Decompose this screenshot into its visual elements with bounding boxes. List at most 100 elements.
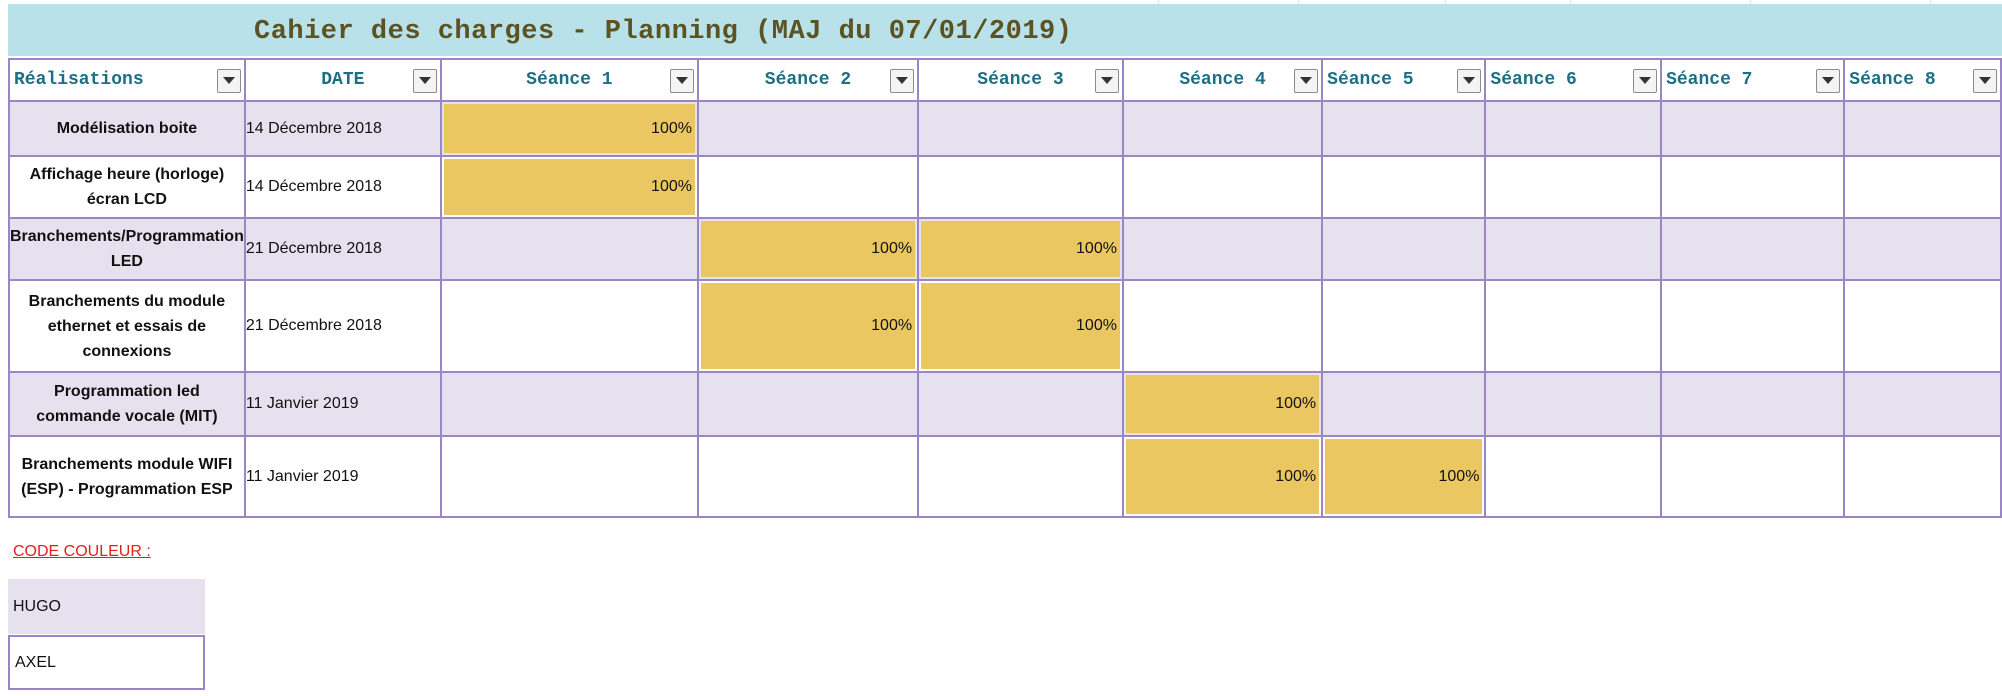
header-label: Séance 5: [1327, 70, 1414, 90]
seance-5-cell[interactable]: [1321, 155, 1487, 219]
table-row: Programmation led commande vocale (MIT) 1…: [8, 371, 2002, 437]
filter-dropdown-button[interactable]: [890, 69, 915, 93]
seance-4-cell[interactable]: [1121, 217, 1324, 281]
seance-4-cell[interactable]: [1121, 279, 1324, 373]
seance-4-cell[interactable]: 100%: [1121, 371, 1324, 437]
date-cell[interactable]: 21 Décembre 2018: [243, 279, 442, 373]
seance-2-cell[interactable]: [696, 100, 920, 157]
seance-8-cell[interactable]: [1843, 279, 2002, 373]
seance-5-cell[interactable]: [1321, 371, 1487, 437]
seance-6-cell[interactable]: [1484, 155, 1663, 219]
seance-7-cell[interactable]: [1660, 155, 1846, 219]
seance-5-cell[interactable]: 100%: [1321, 435, 1487, 518]
seance-4-cell[interactable]: [1121, 100, 1324, 157]
header-label: Séance 8: [1849, 70, 1936, 90]
seance-2-cell[interactable]: [696, 371, 920, 437]
legend-label: HUGO: [13, 597, 61, 615]
seance-3-cell[interactable]: [917, 100, 1124, 157]
date-cell[interactable]: 21 Décembre 2018: [243, 217, 442, 281]
seance-8-cell[interactable]: [1843, 217, 2002, 281]
seance-7-cell[interactable]: [1660, 371, 1846, 437]
seance-1-cell[interactable]: [439, 435, 699, 518]
progress-value: 100%: [443, 104, 695, 153]
seance-7-cell[interactable]: [1660, 217, 1846, 281]
dropdown-arrow-icon: [1300, 77, 1313, 84]
dropdown-arrow-icon: [1979, 77, 1991, 84]
progress-value: 100%: [1125, 375, 1320, 433]
dropdown-arrow-icon: [222, 77, 235, 84]
seance-6-cell[interactable]: [1484, 371, 1663, 437]
table-row: Branchements du module ethernet et essai…: [8, 279, 2002, 373]
task-cell[interactable]: Modélisation boite: [8, 100, 246, 157]
planning-body: Modélisation boite 14 Décembre 2018 100% Af…: [8, 100, 2002, 518]
seance-2-cell[interactable]: [696, 155, 920, 219]
seance-3-cell[interactable]: [917, 435, 1124, 518]
header-label: Séance 1: [526, 70, 613, 90]
task-cell[interactable]: Branchements du module ethernet et essai…: [8, 279, 246, 373]
dropdown-arrow-icon: [1822, 77, 1835, 84]
dropdown-arrow-icon: [896, 77, 909, 84]
legend-item-hugo[interactable]: HUGO: [8, 579, 205, 634]
filter-dropdown-button[interactable]: [216, 69, 241, 93]
table-row: Branchements/Programmation LED 21 Décembr…: [8, 217, 2002, 281]
seance-4-cell[interactable]: 100%: [1121, 435, 1324, 518]
filter-dropdown-button[interactable]: [1973, 69, 1997, 93]
seance-6-cell[interactable]: [1484, 435, 1663, 518]
header-realisations: Réalisations: [8, 58, 246, 102]
seance-5-cell[interactable]: [1321, 279, 1487, 373]
seance-8-cell[interactable]: [1843, 435, 2002, 518]
progress-value: 100%: [921, 283, 1120, 369]
seance-8-cell[interactable]: [1843, 155, 2002, 219]
header-label: Séance 2: [764, 70, 852, 90]
seance-4-cell[interactable]: [1121, 155, 1324, 219]
header-seance-1: Séance 1: [439, 58, 699, 102]
date-cell[interactable]: 14 Décembre 2018: [243, 100, 442, 157]
filter-dropdown-button[interactable]: [1294, 69, 1319, 93]
seance-2-cell[interactable]: 100%: [696, 279, 920, 373]
task-cell[interactable]: Programmation led commande vocale (MIT): [8, 371, 246, 437]
seance-1-cell[interactable]: 100%: [439, 155, 699, 219]
seance-6-cell[interactable]: [1484, 217, 1663, 281]
dropdown-arrow-icon: [1463, 77, 1476, 84]
date-cell[interactable]: 11 Janvier 2019: [243, 435, 442, 518]
task-cell[interactable]: Branchements/Programmation LED: [8, 217, 246, 281]
filter-dropdown-button[interactable]: [1816, 69, 1841, 93]
header-label: DATE: [321, 70, 365, 90]
legend-item-axel[interactable]: AXEL: [8, 635, 205, 690]
seance-7-cell[interactable]: [1660, 279, 1846, 373]
seance-2-cell[interactable]: [696, 435, 920, 518]
dropdown-arrow-icon: [1100, 77, 1113, 84]
seance-1-cell[interactable]: [439, 217, 699, 281]
seance-3-cell[interactable]: 100%: [917, 279, 1124, 373]
seance-7-cell[interactable]: [1660, 100, 1846, 157]
filter-dropdown-button[interactable]: [669, 69, 694, 93]
seance-6-cell[interactable]: [1484, 100, 1663, 157]
seance-1-cell[interactable]: [439, 371, 699, 437]
seance-8-cell[interactable]: [1843, 371, 2002, 437]
date-cell[interactable]: 14 Décembre 2018: [243, 155, 442, 219]
seance-1-cell[interactable]: [439, 279, 699, 373]
task-cell[interactable]: Affichage heure (horloge) écran LCD: [8, 155, 246, 219]
seance-3-cell[interactable]: [917, 371, 1124, 437]
page-title: Cahier des charges - Planning (MAJ du 07…: [254, 17, 1073, 47]
legend-title: CODE COULEUR :: [13, 543, 151, 560]
header-seance-6: Séance 6: [1484, 58, 1663, 102]
header-date: DATE: [243, 58, 442, 102]
seance-8-cell[interactable]: [1843, 100, 2002, 157]
title-band: Cahier des charges - Planning (MAJ du 07…: [8, 4, 2002, 56]
seance-3-cell[interactable]: [917, 155, 1124, 219]
filter-dropdown-button[interactable]: [1457, 69, 1482, 93]
date-cell[interactable]: 11 Janvier 2019: [243, 371, 442, 437]
seance-2-cell[interactable]: 100%: [696, 217, 920, 281]
seance-1-cell[interactable]: 100%: [439, 100, 699, 157]
dropdown-arrow-icon: [1639, 77, 1652, 84]
task-cell[interactable]: Branchements module WIFI (ESP) - Program…: [8, 435, 246, 518]
seance-5-cell[interactable]: [1321, 217, 1487, 281]
filter-dropdown-button[interactable]: [1633, 69, 1658, 93]
seance-7-cell[interactable]: [1660, 435, 1846, 518]
seance-3-cell[interactable]: 100%: [917, 217, 1124, 281]
seance-6-cell[interactable]: [1484, 279, 1663, 373]
filter-dropdown-button[interactable]: [412, 69, 437, 93]
seance-5-cell[interactable]: [1321, 100, 1487, 157]
filter-dropdown-button[interactable]: [1094, 69, 1119, 93]
